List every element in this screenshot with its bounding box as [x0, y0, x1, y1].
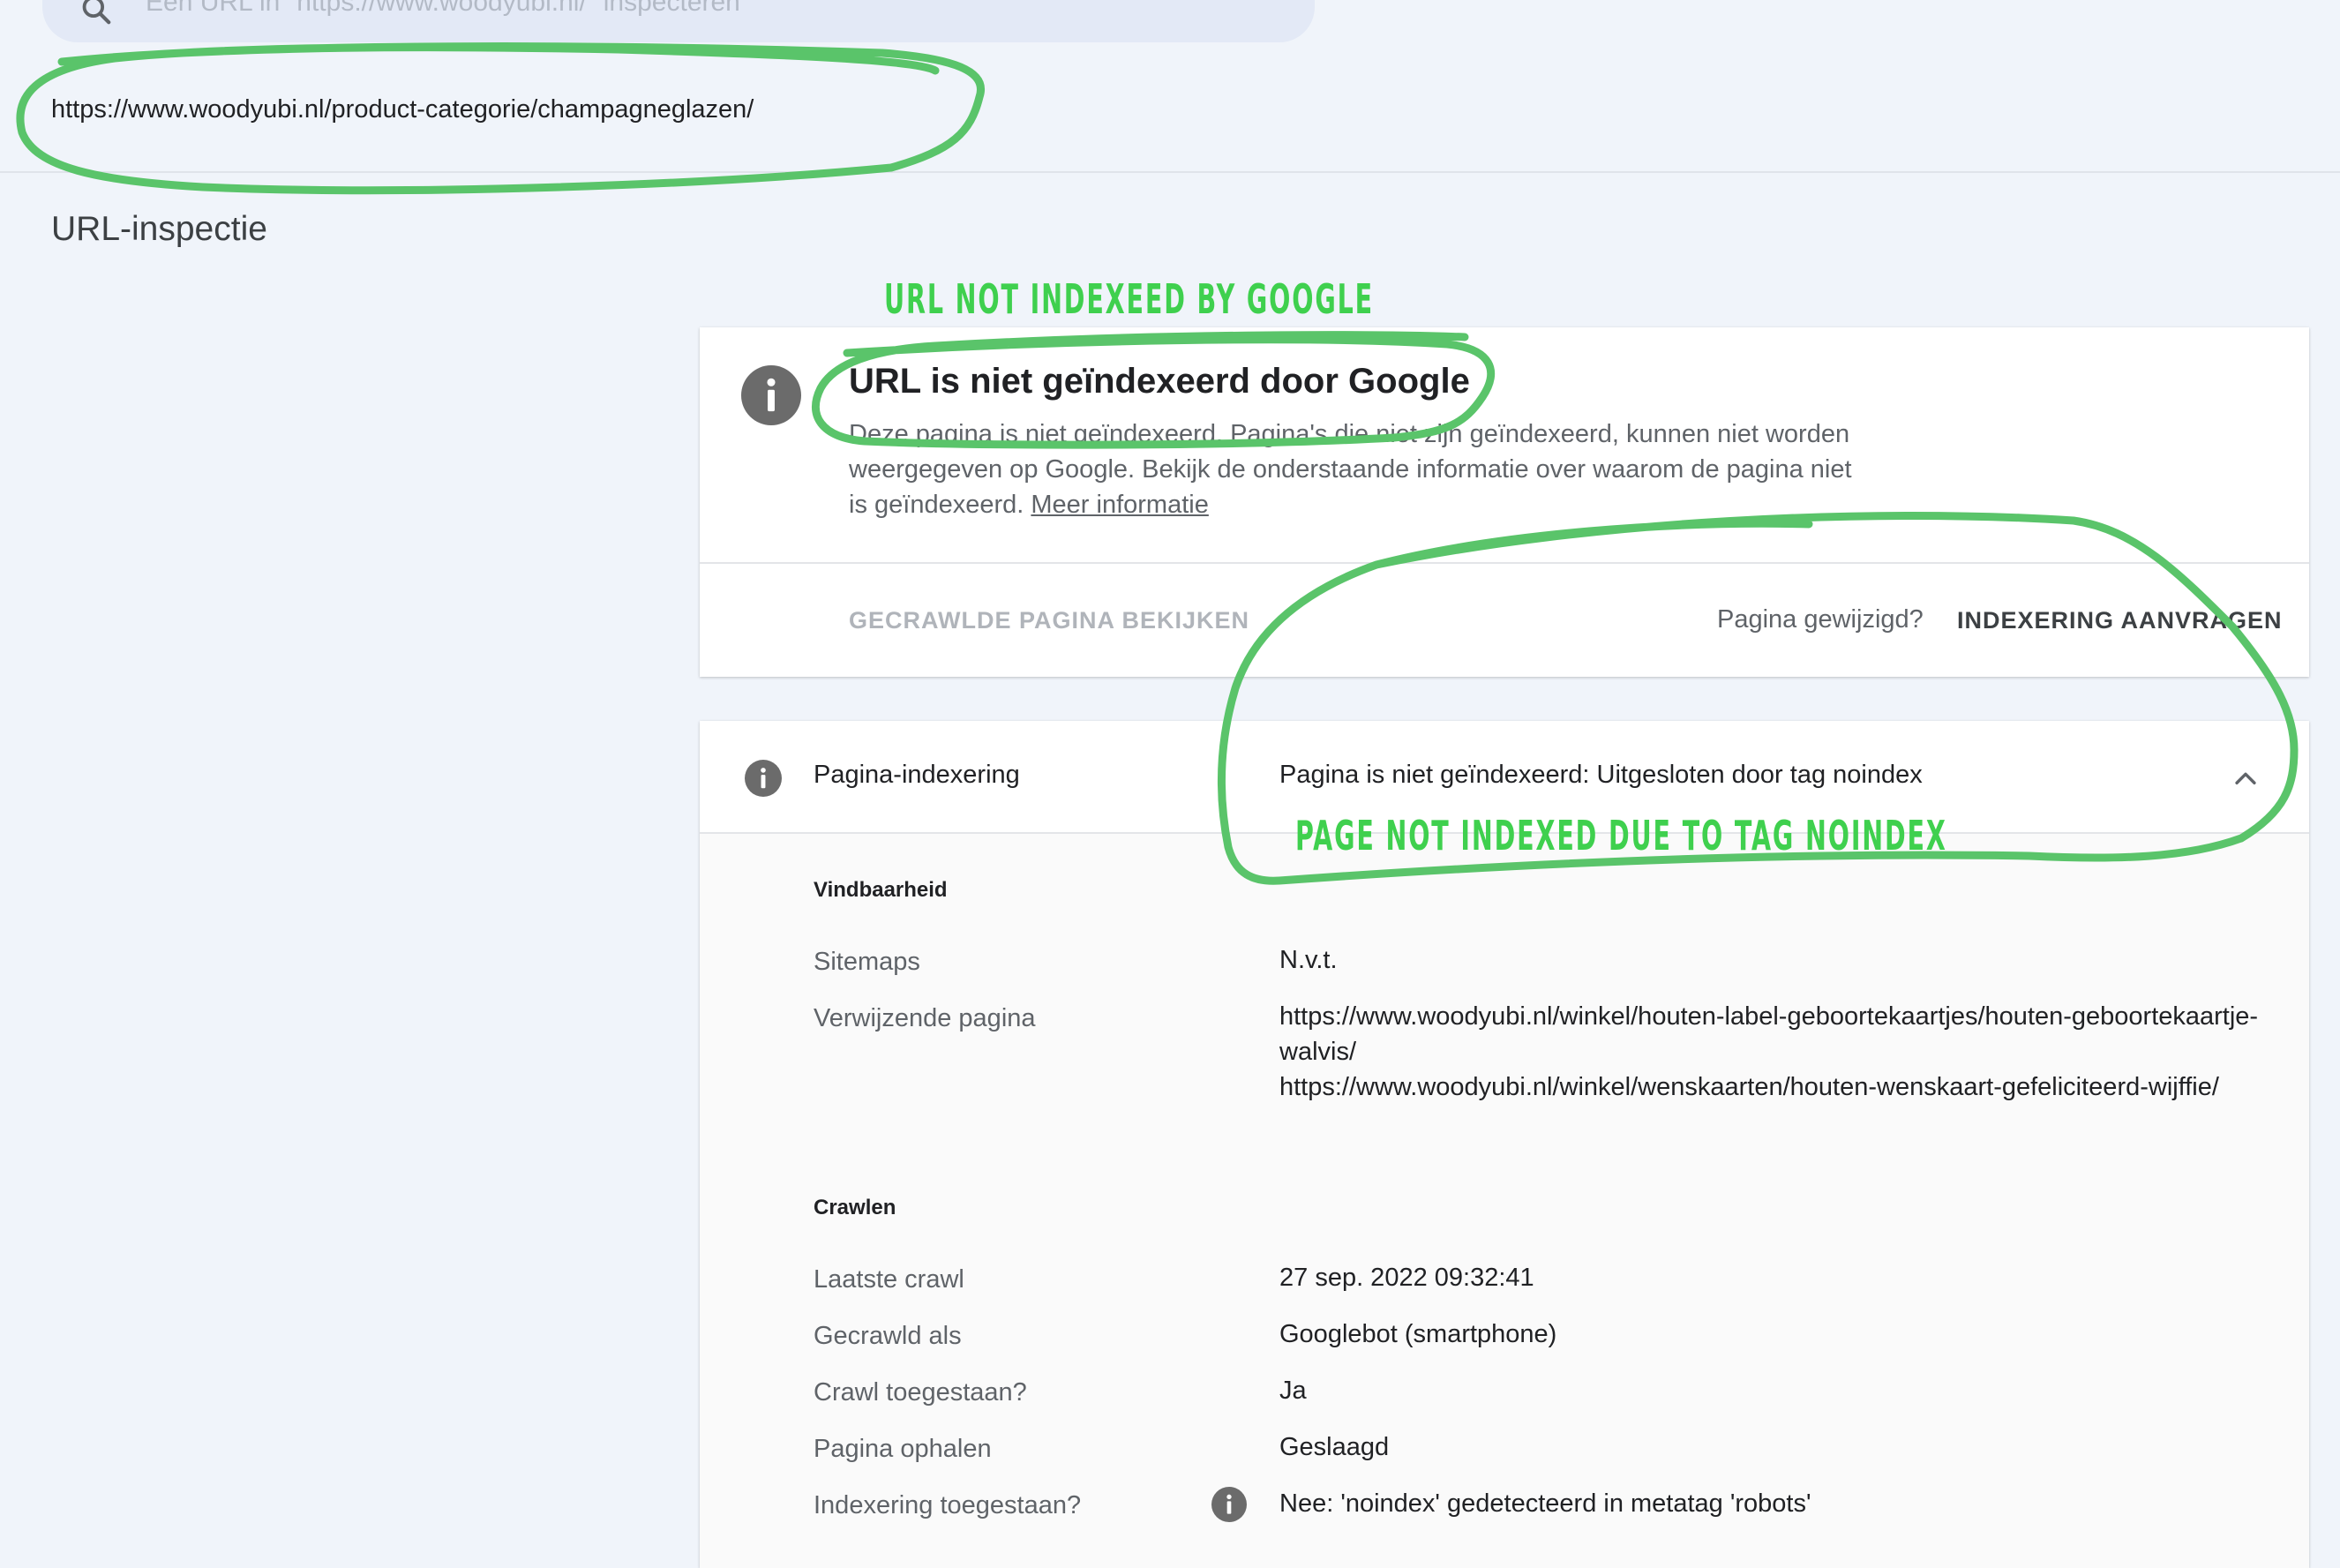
last-crawl-value: 27 sep. 2022 09:32:41	[1279, 1264, 1534, 1292]
chevron-up-icon[interactable]	[2231, 764, 2261, 794]
referring-page-link[interactable]: https://www.woodyubi.nl/winkel/houten-la…	[1279, 999, 2259, 1069]
indexing-allowed-value: Nee: 'noindex' gedetecteerd in metatag '…	[1279, 1489, 1811, 1518]
sitemaps-label: Sitemaps	[814, 948, 920, 976]
crawl-allowed-label: Crawl toegestaan?	[814, 1378, 1027, 1407]
view-crawled-page-button[interactable]: GECRAWLDE PAGINA BEKIJKEN	[849, 607, 1249, 634]
learn-more-link[interactable]: Meer informatie	[1031, 491, 1208, 519]
page-fetch-label: Pagina ophalen	[814, 1435, 992, 1463]
sitemaps-value: N.v.t.	[1279, 946, 1338, 974]
page-title: URL-inspectie	[51, 210, 267, 248]
referring-page-label: Verwijzende pagina	[814, 1004, 1036, 1032]
annotation-text-bottom: PAGE NOT INDEXED DUE TO TAG NOINDEX	[1295, 812, 1947, 859]
indexing-allowed-label: Indexering toegestaan?	[814, 1491, 1082, 1519]
referring-pages: https://www.woodyubi.nl/winkel/houten-la…	[1279, 999, 2259, 1105]
section-title-crawl: Crawlen	[814, 1196, 896, 1219]
info-icon	[741, 365, 801, 425]
card-divider	[700, 562, 2309, 564]
request-indexing-button[interactable]: INDEXERING AANVRAGEN	[1957, 607, 2283, 634]
crawled-as-value: Googlebot (smartphone)	[1279, 1320, 1557, 1348]
page-changed-label: Pagina gewijzigd?	[1717, 605, 1924, 634]
annotation-text-top: URL NOT INDEXEED BY GOOGLE	[884, 275, 1374, 323]
status-description: Deze pagina is niet geïndexeerd. Pagina'…	[849, 416, 1872, 522]
section-title-discovery: Vindbaarheid	[814, 878, 948, 902]
referring-page-link[interactable]: https://www.woodyubi.nl/winkel/wenskaart…	[1279, 1069, 2259, 1105]
page-fetch-value: Geslaagd	[1279, 1433, 1390, 1461]
header-divider	[0, 171, 2340, 173]
page-indexing-label: Pagina-indexering	[814, 761, 1020, 789]
last-crawl-label: Laatste crawl	[814, 1265, 964, 1294]
info-icon[interactable]	[1211, 1487, 1247, 1522]
inspected-url: https://www.woodyubi.nl/product-categori…	[51, 95, 754, 124]
crawled-as-label: Gecrawld als	[814, 1322, 962, 1350]
status-title: URL is niet geïndexeerd door Google	[849, 362, 1470, 401]
search-icon[interactable]	[79, 0, 113, 26]
info-icon	[745, 760, 782, 797]
search-input[interactable]: Een URL in "https://www.woodyubi.nl/" in…	[146, 0, 740, 18]
page-indexing-status: Pagina is niet geïndexeerd: Uitgesloten …	[1279, 761, 1923, 789]
crawl-allowed-value: Ja	[1279, 1377, 1307, 1405]
status-description-text: Deze pagina is niet geïndexeerd. Pagina'…	[849, 420, 1852, 519]
